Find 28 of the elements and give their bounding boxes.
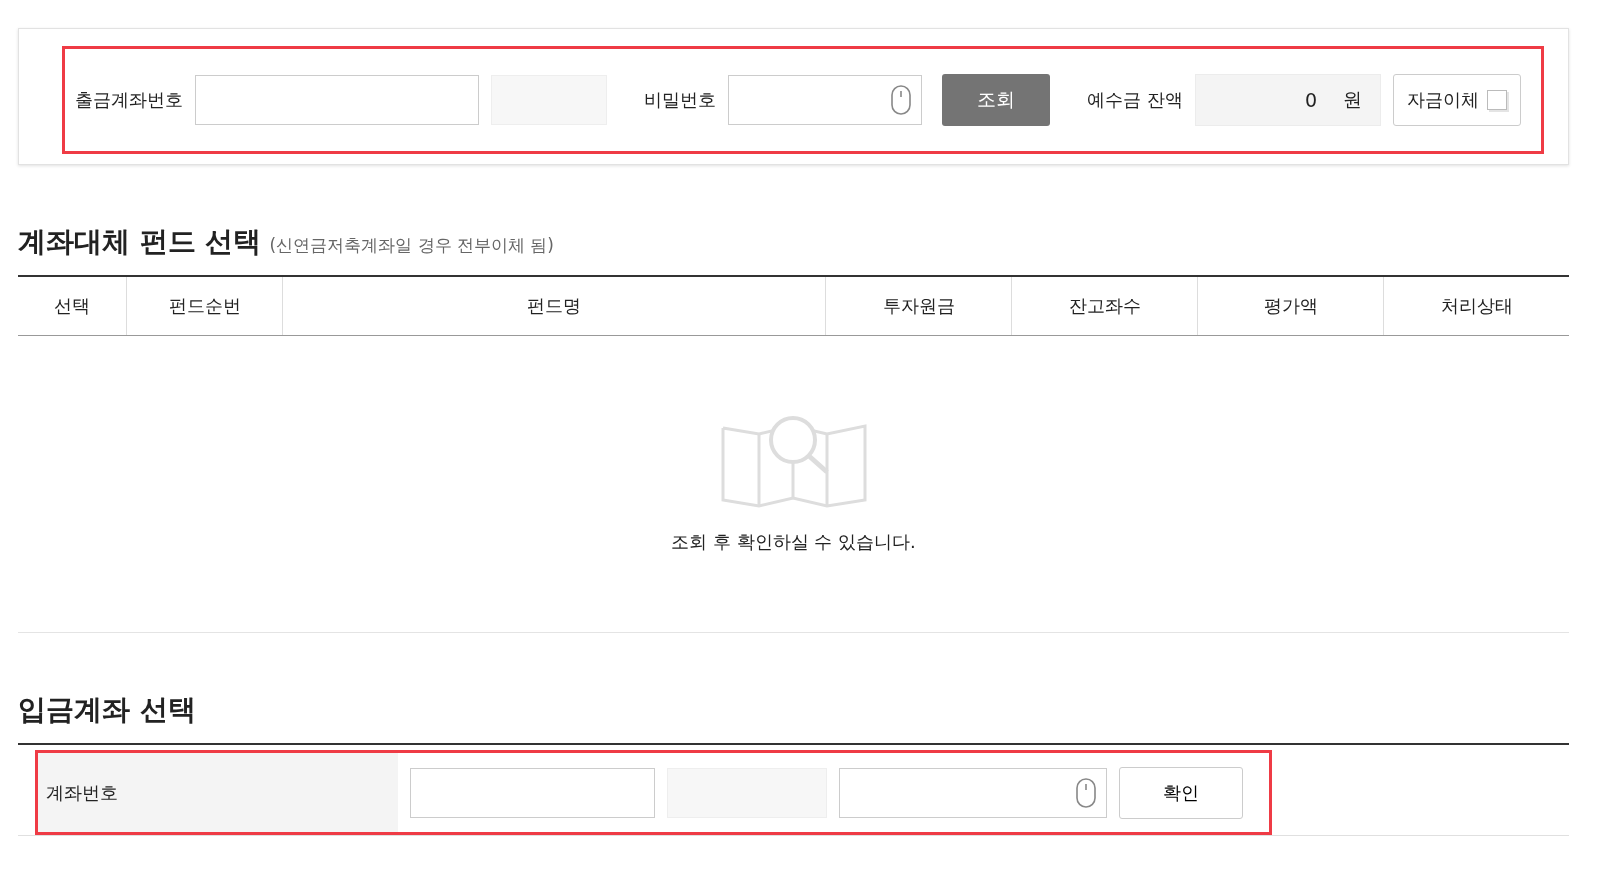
transfer-checkbox[interactable] (1487, 90, 1508, 110)
query-button[interactable]: 조회 (942, 74, 1050, 126)
currency-unit: 원 (1343, 87, 1363, 112)
account-select[interactable] (195, 75, 480, 125)
balance-label: 예수금 잔액 (1087, 88, 1184, 112)
column-header: 펀드명 (282, 277, 825, 335)
password-field[interactable] (728, 75, 923, 125)
column-header: 펀드순번 (126, 277, 282, 335)
account-select[interactable] (410, 767, 655, 818)
confirm-button[interactable]: 확인 (1119, 766, 1243, 819)
column-header: 투자원금 (825, 277, 1011, 335)
column-header: 잔고좌수 (1011, 277, 1197, 335)
column-header: 처리상태 (1383, 277, 1569, 335)
mouse-icon (891, 85, 912, 115)
empty-message: 조회 후 확인하실 수 있습니다. (671, 530, 916, 554)
balance-value: 0 (1305, 89, 1318, 111)
column-header: 선택 (53, 294, 91, 318)
account-label: 계좌번호 (38, 753, 398, 832)
column-header: 평가액 (1197, 277, 1383, 335)
mouse-icon (1076, 777, 1096, 808)
account-label: 출금계좌번호 (75, 88, 183, 112)
map-search-icon (720, 414, 867, 510)
password-field[interactable] (839, 767, 1107, 818)
password-label: 비밀번호 (644, 88, 717, 112)
transfer-toggle[interactable]: 자금이체 (1393, 74, 1521, 126)
section-title: 계좌대체 펀드 선택 (18, 224, 262, 260)
section-title: 입금계좌 선택 (18, 692, 196, 728)
section-note: (신연금저축계좌일 경우 전부이체 됨) (269, 234, 554, 257)
